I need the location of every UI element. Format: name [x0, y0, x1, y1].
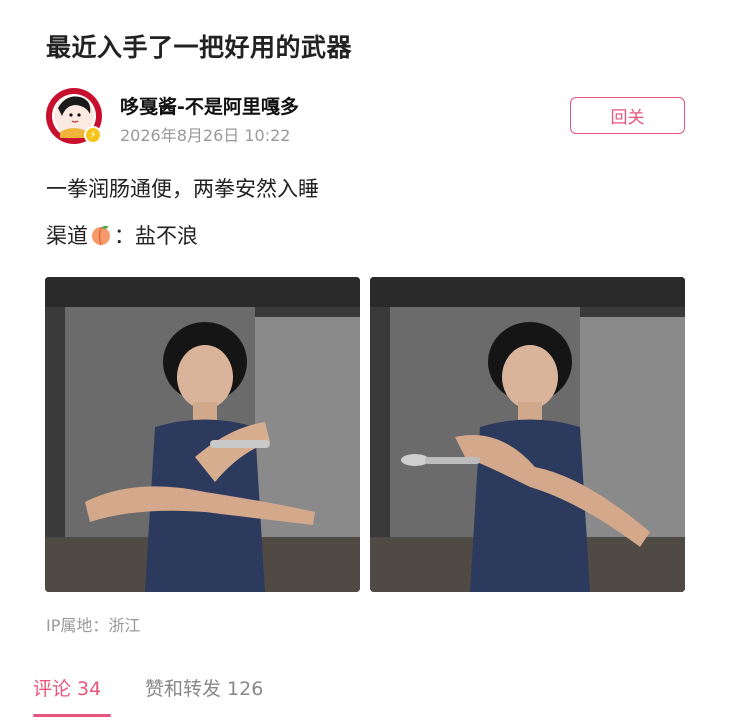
post-title: 最近入手了一把好用的武器 — [46, 33, 353, 62]
photo-1 — [45, 277, 360, 592]
verified-badge-icon: ⚡ — [84, 126, 102, 144]
post-timestamp: 2026年8月26日 10:22 — [120, 126, 291, 145]
post-content-line-2: 渠道 ：盐不浪 — [46, 220, 198, 250]
content-line-2-suffix: ：盐不浪 — [114, 224, 198, 248]
post-image-2[interactable] — [370, 277, 685, 592]
author-name[interactable]: 哆戛酱-不是阿里嘎多 — [120, 92, 299, 119]
content-line-2-prefix: 渠道 — [46, 224, 88, 248]
post-image-1[interactable] — [45, 277, 360, 592]
author-avatar[interactable]: ⚡ — [46, 88, 102, 144]
tab-likes-reposts[interactable]: 赞和转发 126 — [145, 674, 263, 701]
photo-2 — [370, 277, 685, 592]
post-tabs: 评论 34 赞和转发 126 — [0, 660, 729, 721]
post-content-line-1: 一拳润肠通便，两拳安然入睡 — [46, 177, 319, 201]
ip-location: IP属地：浙江 — [46, 616, 141, 635]
active-tab-indicator — [33, 714, 111, 717]
post-detail-page: 最近入手了一把好用的武器 ⚡ 哆戛酱-不是阿里嘎多 2026年8月26日 10:… — [0, 0, 729, 721]
tab-comments[interactable]: 评论 34 — [33, 674, 101, 701]
follow-back-button[interactable]: 回关 — [570, 97, 685, 134]
peach-emoji-icon — [89, 223, 113, 247]
